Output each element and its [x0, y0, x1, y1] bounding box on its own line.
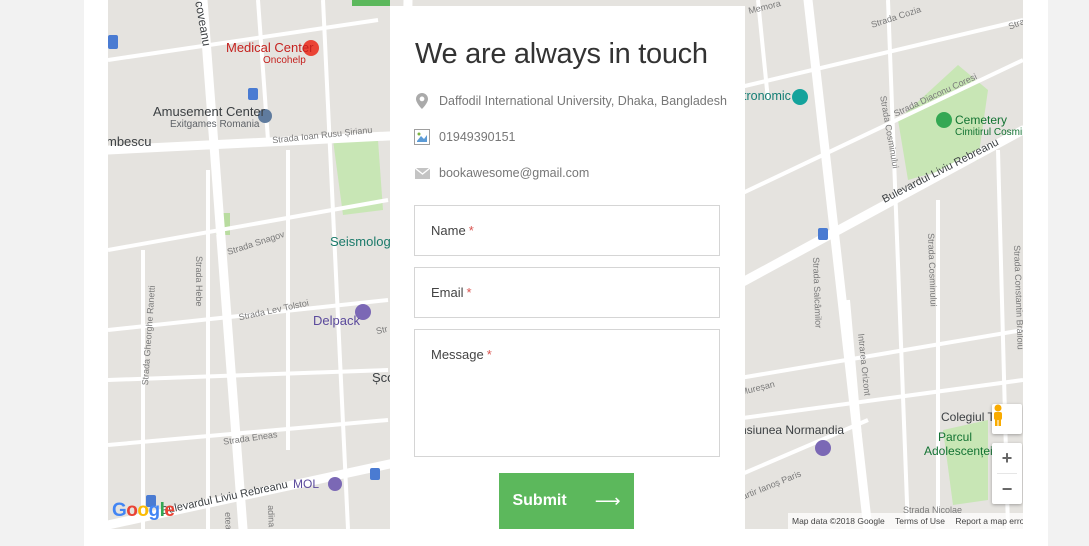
submit-button[interactable]: Submit ⟶ [499, 473, 634, 529]
required-mark: * [486, 347, 492, 362]
lodging-marker-icon[interactable] [815, 440, 831, 456]
left-gutter [0, 0, 84, 546]
report-map-error-link[interactable]: Report a map error [955, 516, 1023, 526]
poi-normandia[interactable]: nsiunea Normandia [740, 423, 844, 437]
message-field-label: Message * [431, 347, 492, 362]
street-etea: etea [223, 512, 234, 529]
poi-mbescu: mbescu [108, 134, 152, 149]
poi-adolescentei: Adolescenței [924, 444, 993, 458]
zoom-out-button[interactable]: − [992, 474, 1022, 504]
name-field[interactable]: Name * [414, 205, 720, 256]
transit-marker-icon [108, 35, 118, 49]
map-pin-icon [414, 93, 430, 109]
map-attribution: Map data ©2018 Google Terms of Use Repor… [788, 513, 1023, 529]
poi-colegiul[interactable]: Colegiul T [941, 410, 995, 424]
email-field-label: Email * [431, 285, 472, 300]
message-field[interactable]: Message * [414, 329, 720, 457]
contact-title: We are always in touch [415, 38, 708, 70]
broken-image-icon [414, 129, 430, 145]
transit-marker-icon [370, 468, 380, 480]
transit-marker-icon [818, 228, 828, 240]
street-padina: adina [266, 505, 277, 528]
phone-row: 01949390151 [414, 127, 515, 147]
phone-text: 01949390151 [439, 130, 516, 144]
poi-delpack[interactable]: Delpack [313, 313, 360, 328]
pegman-icon [994, 404, 1002, 426]
cemetery-marker-icon[interactable] [936, 112, 952, 128]
email-field[interactable]: Email * [414, 267, 720, 318]
poi-tronomic[interactable]: tronomic [743, 89, 791, 103]
street-hebe: Strada Hebe [194, 256, 204, 307]
poi-amusement-center[interactable]: Amusement Center [153, 104, 265, 119]
street-view-pegman-button[interactable] [992, 404, 1022, 434]
poi-medical-center[interactable]: Medical Center [226, 40, 313, 55]
poi-cemetery[interactable]: Cemetery [955, 113, 1007, 127]
page: Medical Center Oncohelp Amusement Center… [0, 0, 1089, 546]
gas-marker-icon[interactable] [328, 477, 342, 491]
name-field-label: Name * [431, 223, 474, 238]
map-data-credit: Map data ©2018 Google [792, 516, 885, 526]
poi-parcul[interactable]: Parcul [938, 430, 972, 444]
poi-oncohelp: Oncohelp [263, 55, 306, 66]
required-mark: * [466, 285, 472, 300]
submit-label: Submit [512, 492, 567, 509]
google-logo[interactable]: Google [112, 500, 175, 522]
required-mark: * [468, 223, 474, 238]
email-text: bookawesome@gmail.com [439, 166, 590, 180]
email-row: bookawesome@gmail.com [414, 163, 589, 183]
arrow-right-icon: ⟶ [594, 490, 621, 511]
right-gutter [1048, 0, 1089, 546]
contact-card: We are always in touch Daffodil Internat… [390, 6, 745, 529]
accent-tab [352, 0, 390, 6]
envelope-icon [414, 165, 430, 181]
poi-mol[interactable]: MOL [293, 477, 319, 491]
terms-of-use-link[interactable]: Terms of Use [895, 516, 945, 526]
poi-cimitirul: Cimitirul Cosmin [955, 127, 1023, 138]
address-text: Daffodil International University, Dhaka… [439, 94, 727, 108]
zoom-control: + − [992, 443, 1022, 504]
zoom-in-button[interactable]: + [992, 443, 1022, 473]
address-row: Daffodil International University, Dhaka… [414, 91, 727, 111]
transit-marker-icon [248, 88, 258, 100]
restaurant-marker-icon[interactable] [792, 89, 808, 105]
poi-exitgames: Exitgames Romania [170, 119, 260, 130]
